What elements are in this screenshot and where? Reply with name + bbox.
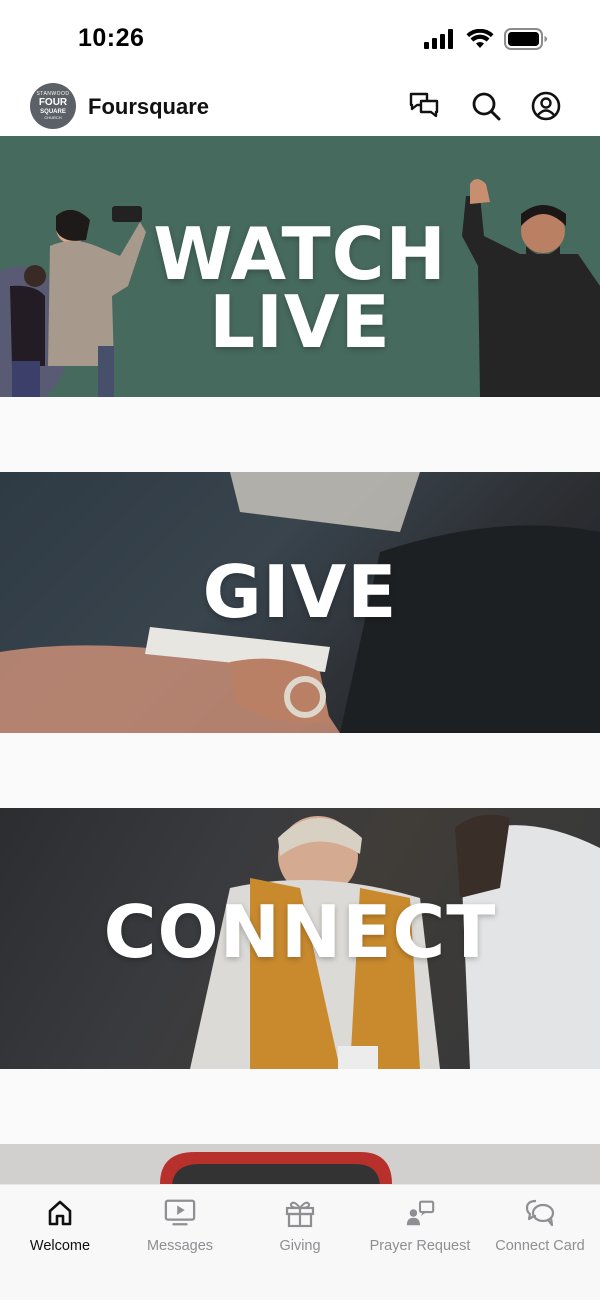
search-button[interactable] — [470, 90, 502, 122]
tab-welcome[interactable]: Welcome — [0, 1185, 120, 1275]
app-screen: 10:26 STANWOOD FOUR SQUARE CHURCH Foursq… — [0, 0, 600, 1300]
watch-live-label: WATCH LIVE — [0, 212, 600, 364]
app-title: Foursquare — [88, 94, 210, 119]
play-screen-icon — [164, 1197, 196, 1229]
banner-label-line: LIVE — [209, 280, 391, 364]
tab-label: Giving — [279, 1238, 321, 1254]
watch-live-banner[interactable]: WATCH LIVE — [0, 136, 600, 397]
cellular-signal-icon — [424, 29, 453, 49]
church-logo: STANWOOD FOUR SQUARE CHURCH — [30, 83, 76, 129]
tab-giving[interactable]: Giving — [240, 1185, 360, 1275]
banner-label-line: CONNECT — [103, 890, 497, 974]
tab-prayer-request[interactable]: Prayer Request — [360, 1185, 480, 1275]
chat-bubbles-icon — [409, 92, 439, 118]
status-bar: 10:26 — [0, 0, 600, 78]
wifi-icon — [466, 29, 494, 48]
tab-label: Prayer Request — [369, 1238, 471, 1254]
connect-label: CONNECT — [0, 896, 600, 968]
bottom-tab-bar: Welcome Messages Giving Prayer Request C… — [0, 1184, 600, 1300]
tab-connect-card[interactable]: Connect Card — [480, 1185, 600, 1275]
user-profile-icon — [531, 91, 561, 121]
prayer-request-icon — [404, 1197, 436, 1229]
logo-text-line: CHURCH — [44, 115, 62, 120]
home-icon — [44, 1197, 76, 1229]
chat-bubbles-icon — [524, 1197, 556, 1229]
messages-button[interactable] — [408, 90, 440, 122]
app-header: STANWOOD FOUR SQUARE CHURCH Foursquare — [0, 78, 600, 136]
search-icon — [472, 92, 501, 121]
tab-label: Connect Card — [495, 1238, 585, 1254]
battery-icon — [504, 28, 547, 50]
profile-button[interactable] — [530, 90, 562, 122]
status-icons — [424, 28, 548, 50]
tab-label: Welcome — [29, 1238, 91, 1254]
tab-messages[interactable]: Messages — [120, 1185, 240, 1275]
status-time: 10:26 — [78, 24, 145, 52]
connect-banner[interactable]: CONNECT — [0, 808, 600, 1069]
logo-text-line: FOUR — [38, 97, 68, 108]
gift-icon — [284, 1197, 316, 1229]
banner-label-line: GIVE — [202, 550, 398, 634]
give-banner[interactable]: GIVE — [0, 472, 600, 733]
tab-label: Messages — [146, 1238, 214, 1254]
banner-label-line: WATCH — [153, 212, 447, 296]
give-label: GIVE — [0, 556, 600, 628]
